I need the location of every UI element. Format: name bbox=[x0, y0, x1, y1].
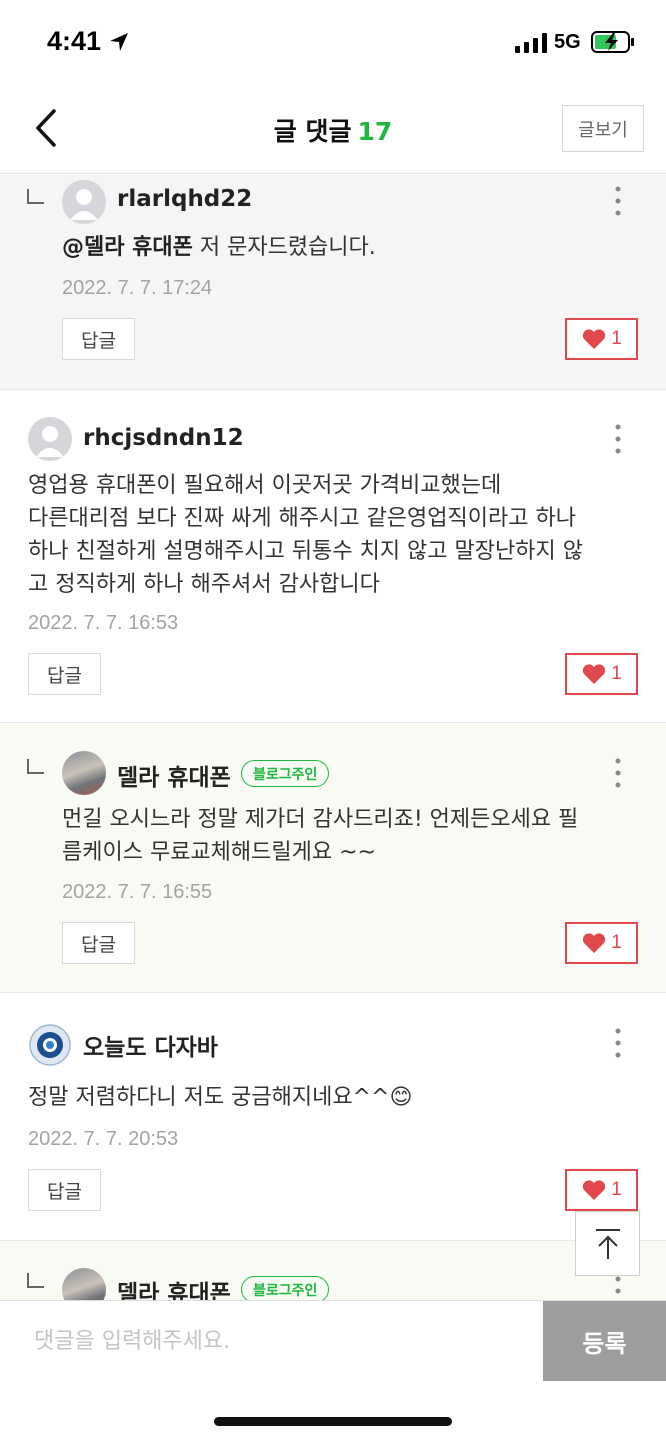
comment-author[interactable]: 델라 휴대폰 bbox=[117, 1274, 231, 1300]
comment-line: 영업용 휴대폰이 필요해서 이곳저곳 가격비교했는데 bbox=[28, 473, 502, 498]
comment-line: 고 정직하게 하나 해주셔서 감사합니다 bbox=[28, 572, 380, 597]
like-count: 1 bbox=[611, 932, 622, 953]
avatar[interactable] bbox=[62, 1268, 106, 1300]
comment: rhcjsdndn12 영업용 휴대폰이 필요해서 이곳저곳 가격비교했는데 다… bbox=[0, 390, 666, 723]
heart-icon bbox=[583, 329, 606, 349]
status-time: 4:41 bbox=[47, 26, 102, 56]
more-options-icon[interactable] bbox=[608, 1273, 628, 1300]
comment-author[interactable]: 델라 휴대폰 bbox=[117, 758, 231, 792]
blog-owner-badge: 블로그주인 bbox=[241, 1276, 330, 1300]
comment-input-bar: 등록 bbox=[0, 1300, 666, 1381]
comment-author[interactable]: rlarlqhd22 bbox=[117, 186, 252, 212]
avatar[interactable] bbox=[28, 417, 72, 461]
location-arrow-icon bbox=[110, 33, 128, 51]
reply-button[interactable]: 답글 bbox=[62, 922, 135, 964]
comment-reply-owner: 델라 휴대폰 블로그주인 먼길 오시느라 정말 제가더 감사드리죠! 언제든오세… bbox=[0, 723, 666, 993]
heart-icon bbox=[583, 1180, 606, 1200]
page-title-text: 글 댓글 bbox=[273, 117, 352, 146]
comment-line: 름케이스 무료교체해드릴게요 ~~ bbox=[62, 840, 376, 865]
heart-icon bbox=[583, 664, 606, 684]
comment-input[interactable] bbox=[0, 1301, 543, 1381]
profile-emblem-icon bbox=[29, 1024, 71, 1066]
like-count: 1 bbox=[611, 328, 622, 349]
home-indicator[interactable] bbox=[214, 1417, 452, 1426]
like-count: 1 bbox=[611, 663, 622, 684]
view-post-button[interactable]: 글보기 bbox=[562, 105, 644, 152]
avatar[interactable] bbox=[62, 180, 106, 224]
reply-arrow-icon bbox=[27, 759, 44, 774]
more-options-icon[interactable] bbox=[608, 1025, 628, 1061]
comment-text: 영업용 휴대폰이 필요해서 이곳저곳 가격비교했는데 다른대리점 보다 진짜 싸… bbox=[28, 469, 583, 601]
heart-icon bbox=[583, 933, 606, 953]
comment-line: 하나 친절하게 설명해주시고 뒤통수 치지 않고 말장난하지 않 bbox=[28, 539, 583, 564]
comment-line: 다른대리점 보다 진짜 싸게 해주시고 같은영업직이라고 하나 bbox=[28, 506, 576, 531]
avatar[interactable] bbox=[28, 1023, 72, 1067]
reply-arrow-icon bbox=[27, 1273, 44, 1288]
comment-date: 2022. 7. 7. 17:24 bbox=[62, 277, 213, 299]
comment: 오늘도 다자바 정말 저렴하다니 저도 궁금해지네요^^😊 2022. 7. 7… bbox=[0, 993, 666, 1241]
header: 글 댓글 17 글보기 bbox=[0, 86, 666, 174]
comment-count: 17 bbox=[357, 117, 393, 146]
comment-date: 2022. 7. 7. 16:53 bbox=[28, 612, 179, 634]
comment-author[interactable]: rhcjsdndn12 bbox=[83, 425, 244, 451]
default-user-icon bbox=[36, 426, 64, 457]
like-count: 1 bbox=[611, 1179, 622, 1200]
mention[interactable]: @델라 휴대폰 bbox=[62, 235, 193, 260]
network-type: 5G bbox=[554, 31, 581, 53]
reply-button[interactable]: 답글 bbox=[62, 318, 135, 360]
default-user-icon bbox=[70, 189, 98, 220]
scroll-to-top-button[interactable] bbox=[575, 1211, 640, 1276]
submit-button[interactable]: 등록 bbox=[543, 1301, 666, 1381]
comment-text: @델라 휴대폰 저 문자드렸습니다. bbox=[62, 231, 376, 264]
status-bar: 4:41 5G bbox=[0, 0, 666, 86]
battery-charging-icon bbox=[591, 31, 634, 53]
reply-arrow-icon bbox=[27, 189, 44, 204]
comment-date: 2022. 7. 7. 16:55 bbox=[62, 881, 213, 903]
comment-text: 먼길 오시느라 정말 제가더 감사드리죠! 언제든오세요 필 름케이스 무료교체… bbox=[62, 803, 578, 869]
comment-reply: rlarlqhd22 @델라 휴대폰 저 문자드렸습니다. 2022. 7. 7… bbox=[0, 175, 666, 390]
cellular-signal-icon bbox=[515, 33, 547, 53]
blog-owner-badge: 블로그주인 bbox=[241, 760, 330, 787]
comment-text: 정말 저렴하다니 저도 궁금해지네요^^😊 bbox=[28, 1085, 413, 1110]
more-options-icon[interactable] bbox=[608, 755, 628, 791]
arrow-up-icon bbox=[595, 1228, 620, 1259]
comment-line: 먼길 오시느라 정말 제가더 감사드리죠! 언제든오세요 필 bbox=[62, 807, 579, 832]
comment-date: 2022. 7. 7. 20:53 bbox=[28, 1128, 179, 1150]
like-button[interactable]: 1 bbox=[565, 653, 638, 695]
more-options-icon[interactable] bbox=[608, 421, 628, 457]
avatar[interactable] bbox=[62, 751, 106, 795]
reply-button[interactable]: 답글 bbox=[28, 1169, 101, 1211]
like-button[interactable]: 1 bbox=[565, 318, 638, 360]
reply-button[interactable]: 답글 bbox=[28, 653, 101, 695]
comment-reply-owner: 델라 휴대폰 블로그주인 bbox=[0, 1241, 666, 1300]
more-options-icon[interactable] bbox=[608, 183, 628, 219]
comment-author[interactable]: 오늘도 다자바 bbox=[83, 1028, 218, 1062]
like-button[interactable]: 1 bbox=[565, 922, 638, 964]
comment-text-body: 저 문자드렸습니다. bbox=[192, 235, 376, 260]
like-button[interactable]: 1 bbox=[565, 1169, 638, 1211]
